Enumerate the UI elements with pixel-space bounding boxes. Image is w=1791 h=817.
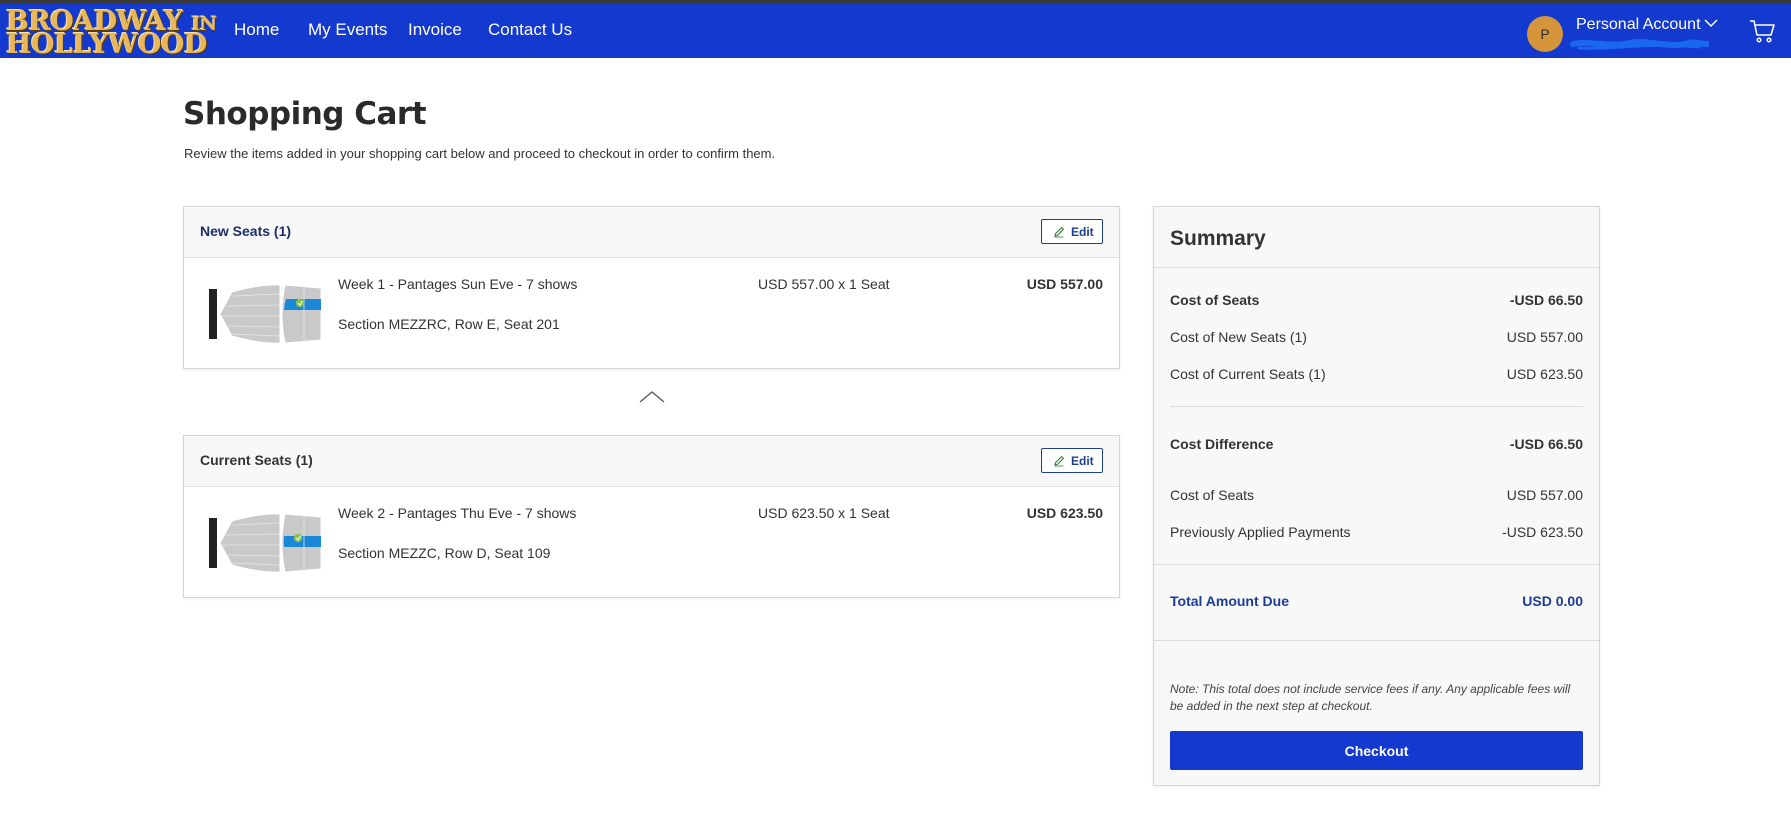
current-seats-title: Current Seats (1)	[200, 452, 313, 468]
seat-map-thumbnail	[209, 284, 322, 344]
unit-price: USD 557.00 x 1 Seat	[758, 276, 890, 292]
new-seats-title: New Seats (1)	[200, 223, 292, 239]
divider	[1154, 267, 1599, 268]
nav-my-events[interactable]: My Events	[308, 20, 387, 40]
line-total: USD 623.50	[1026, 505, 1103, 521]
pencil-icon	[1054, 227, 1064, 238]
seat-location: Section MEZZC, Row D, Seat 109	[338, 545, 551, 561]
event-name: Week 2 - Pantages Thu Eve - 7 shows	[338, 505, 577, 521]
account-menu[interactable]: P Personal Account	[1527, 14, 1727, 54]
unit-price: USD 623.50 x 1 Seat	[758, 505, 890, 521]
divider	[1170, 406, 1583, 407]
nav-contact-us[interactable]: Contact Us	[488, 20, 572, 40]
seat-location: Section MEZZRC, Row E, Seat 201	[338, 316, 560, 332]
avatar[interactable]: P	[1527, 16, 1563, 52]
card-header: Current Seats (1) Edit	[184, 436, 1119, 487]
seat-map-thumbnail	[209, 513, 322, 573]
checkout-button[interactable]: Checkout	[1170, 731, 1583, 770]
nav-invoice[interactable]: Invoice	[408, 20, 462, 40]
event-name: Week 1 - Pantages Sun Eve - 7 shows	[338, 276, 578, 292]
new-seats-card: New Seats (1) Edit Week 1 - Pantages Sun…	[183, 206, 1120, 369]
summary-total-due: Total Amount Due USD 0.00	[1170, 593, 1583, 609]
broadway-in-hollywood-logo[interactable]: BROADWAY IN HOLLYWOOD	[6, 8, 217, 58]
pencil-icon	[1054, 456, 1064, 467]
summary-cost-of-seats-2: Cost of Seats USD 557.00	[1170, 487, 1583, 503]
cart-item: Week 1 - Pantages Sun Eve - 7 shows Sect…	[184, 258, 1119, 368]
edit-new-seats-button[interactable]: Edit	[1041, 219, 1103, 244]
edit-current-seats-button[interactable]: Edit	[1041, 448, 1103, 473]
card-header: New Seats (1) Edit	[184, 207, 1119, 258]
summary-cost-of-seats: Cost of Seats -USD 66.50	[1170, 292, 1583, 308]
account-label[interactable]: Personal Account	[1576, 16, 1701, 34]
cart-icon[interactable]	[1749, 18, 1775, 44]
fees-note: Note: This total does not include servic…	[1170, 682, 1571, 713]
line-total: USD 557.00	[1026, 276, 1103, 292]
top-navbar: BROADWAY IN HOLLYWOOD Home My Events Inv…	[0, 4, 1791, 58]
cart-item: Week 2 - Pantages Thu Eve - 7 shows Sect…	[184, 487, 1119, 597]
summary-cost-new-seats: Cost of New Seats (1) USD 557.00	[1170, 329, 1583, 345]
chevron-down-icon[interactable]	[1703, 17, 1719, 29]
order-summary: Summary Cost of Seats -USD 66.50 Cost of…	[1153, 206, 1600, 786]
redaction-scribble	[1570, 39, 1709, 50]
chevron-up-icon[interactable]	[638, 389, 666, 405]
summary-cost-difference: Cost Difference -USD 66.50	[1170, 436, 1583, 452]
summary-cost-current-seats: Cost of Current Seats (1) USD 623.50	[1170, 366, 1583, 382]
summary-title: Summary	[1170, 227, 1266, 250]
divider	[1154, 564, 1599, 565]
nav-home[interactable]: Home	[234, 20, 279, 40]
page-title: Shopping Cart	[183, 96, 427, 132]
summary-previous-payments: Previously Applied Payments -USD 623.50	[1170, 524, 1583, 540]
divider	[1154, 640, 1599, 641]
current-seats-card: Current Seats (1) Edit Week 2 - Pantages…	[183, 435, 1120, 598]
page-subtitle: Review the items added in your shopping …	[184, 146, 776, 161]
